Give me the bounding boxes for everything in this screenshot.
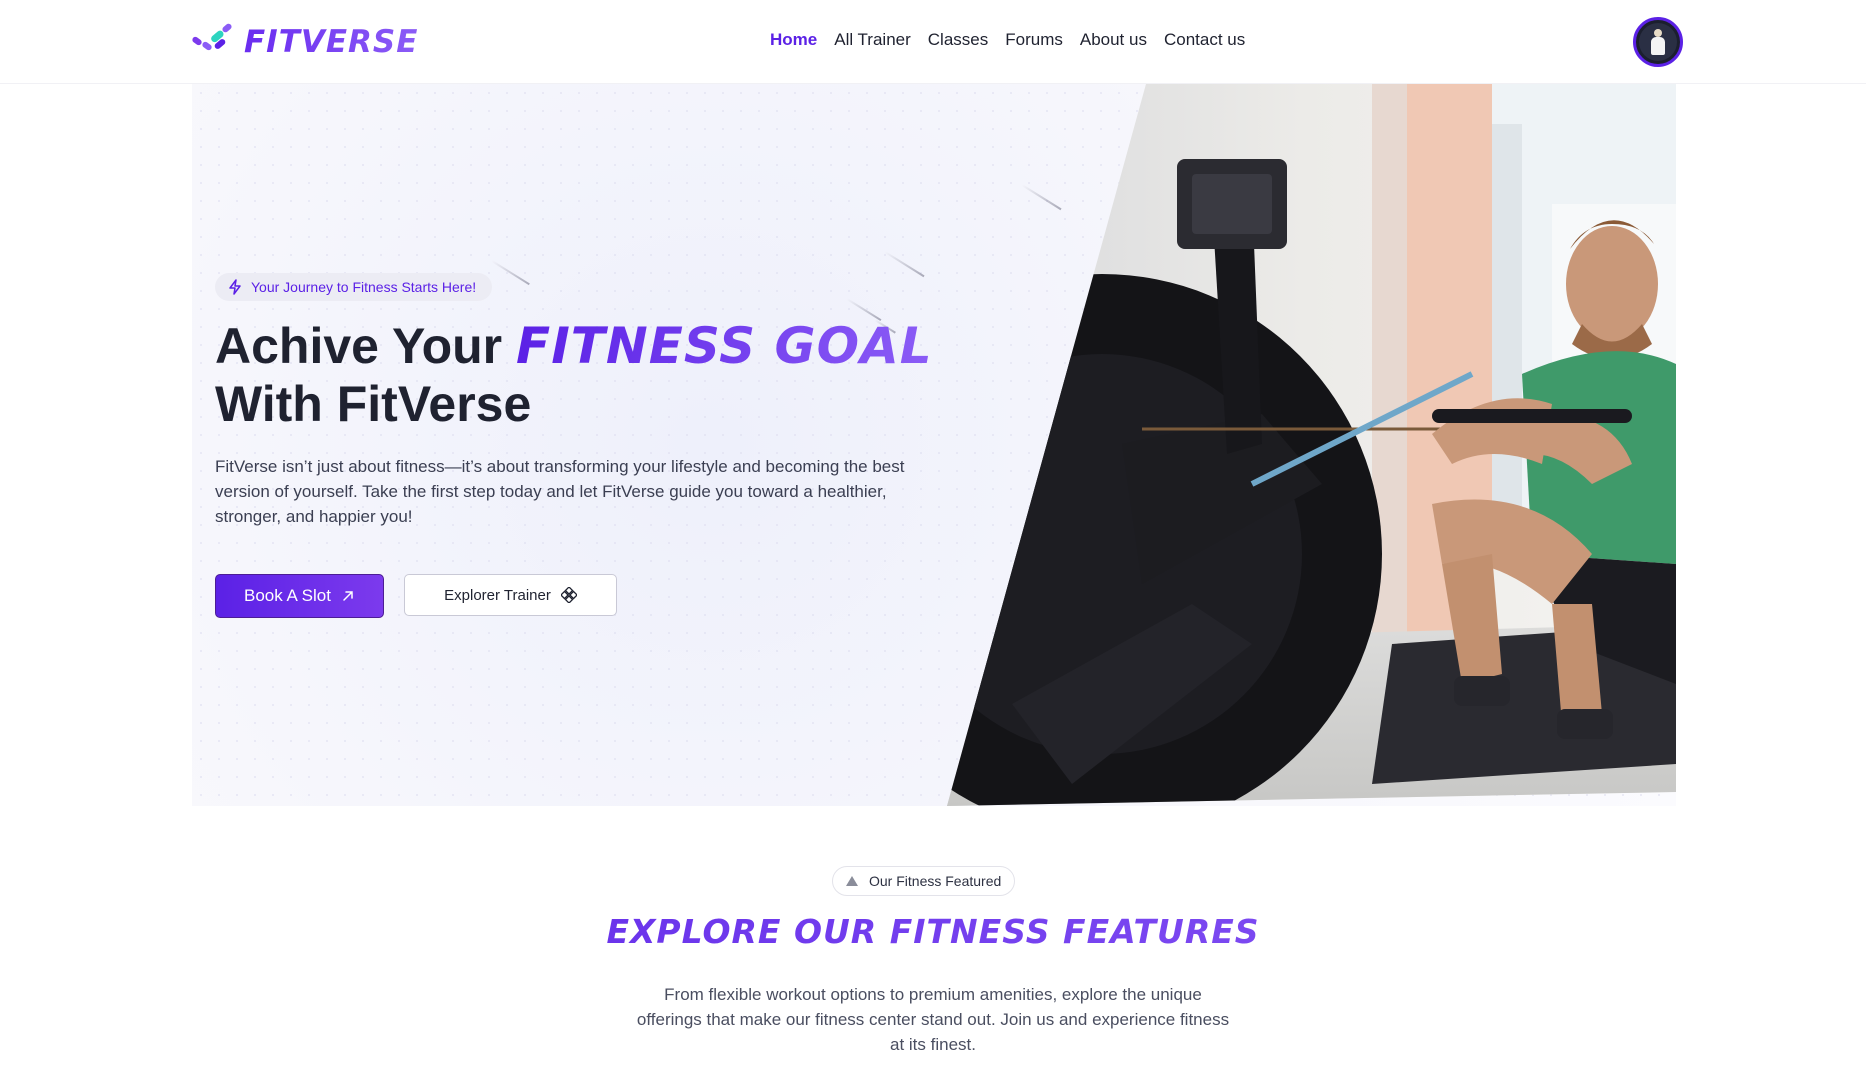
nav-item-home[interactable]: Home bbox=[770, 28, 817, 52]
features-badge: Our Fitness Featured bbox=[832, 866, 1016, 896]
arrow-up-right-icon bbox=[343, 591, 353, 601]
site-header: FITVERSE Home All Trainer Classes Forums… bbox=[0, 0, 1866, 84]
hero-badge: Your Journey to Fitness Starts Here! bbox=[215, 273, 493, 301]
nav-item-all-trainer[interactable]: All Trainer bbox=[834, 28, 911, 52]
book-a-slot-label: Book A Slot bbox=[244, 586, 331, 605]
hero-image-rowing-athlete bbox=[947, 84, 1676, 806]
nav-item-about-us[interactable]: About us bbox=[1080, 28, 1147, 52]
book-a-slot-button[interactable]: Book A Slot bbox=[215, 574, 384, 618]
explorer-trainer-button[interactable]: Explorer Trainer bbox=[404, 574, 617, 616]
hero-description: FitVerse isn’t just about fitness—it’s a… bbox=[215, 457, 905, 526]
features-title: EXPLORE OUR FITNESS FEATURES bbox=[0, 912, 1866, 951]
hero-badge-text: Your Journey to Fitness Starts Here! bbox=[251, 279, 477, 295]
logo-text: FITVERSE bbox=[244, 24, 419, 60]
nav-item-forums[interactable]: Forums bbox=[1005, 28, 1063, 52]
hero-title-accent: FITNESS GOAL bbox=[516, 317, 933, 375]
features-description: From flexible workout options to premium… bbox=[636, 985, 1230, 1054]
hero-title: Achive Your FITNESS GOAL With FitVerse bbox=[215, 317, 975, 433]
main-nav: Home All Trainer Classes Forums About us… bbox=[770, 28, 1245, 52]
logo[interactable]: FITVERSE bbox=[190, 22, 418, 62]
nav-item-classes[interactable]: Classes bbox=[928, 28, 988, 52]
hero-title-line2: With FitVerse bbox=[215, 376, 532, 432]
avatar-person-body bbox=[1651, 37, 1665, 55]
user-avatar[interactable] bbox=[1633, 17, 1683, 67]
triangle-icon bbox=[846, 876, 858, 886]
avatar-person-head bbox=[1654, 29, 1662, 37]
lightning-icon bbox=[229, 279, 241, 295]
hero-title-line1: Achive Your bbox=[215, 318, 503, 374]
features-badge-text: Our Fitness Featured bbox=[869, 873, 1002, 889]
logo-mark-icon bbox=[192, 23, 232, 51]
hero-section: Your Journey to Fitness Starts Here! Ach… bbox=[192, 84, 1676, 806]
explorer-trainer-label: Explorer Trainer bbox=[444, 586, 551, 604]
diamond-grid-icon bbox=[560, 587, 577, 603]
nav-item-contact-us[interactable]: Contact us bbox=[1164, 28, 1245, 52]
